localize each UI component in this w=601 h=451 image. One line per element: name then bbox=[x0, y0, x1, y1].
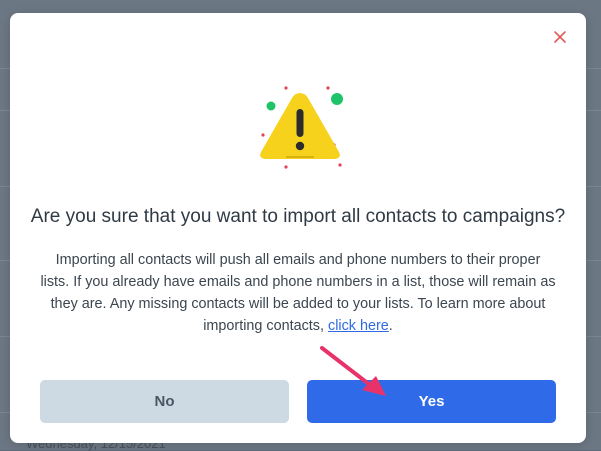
import-contacts-modal: Are you sure that you want to import all… bbox=[10, 13, 586, 443]
warning-triangle-icon bbox=[260, 86, 343, 169]
no-button[interactable]: No bbox=[40, 380, 289, 423]
modal-body: Importing all contacts will push all ema… bbox=[40, 249, 556, 337]
modal-body-end: . bbox=[388, 318, 393, 334]
close-icon[interactable] bbox=[552, 29, 568, 45]
yes-button[interactable]: Yes bbox=[307, 380, 556, 423]
modal-body-text: Importing all contacts will push all ema… bbox=[40, 252, 556, 334]
learn-more-link[interactable]: click here bbox=[328, 318, 389, 334]
modal-title: Are you sure that you want to import all… bbox=[30, 206, 566, 227]
